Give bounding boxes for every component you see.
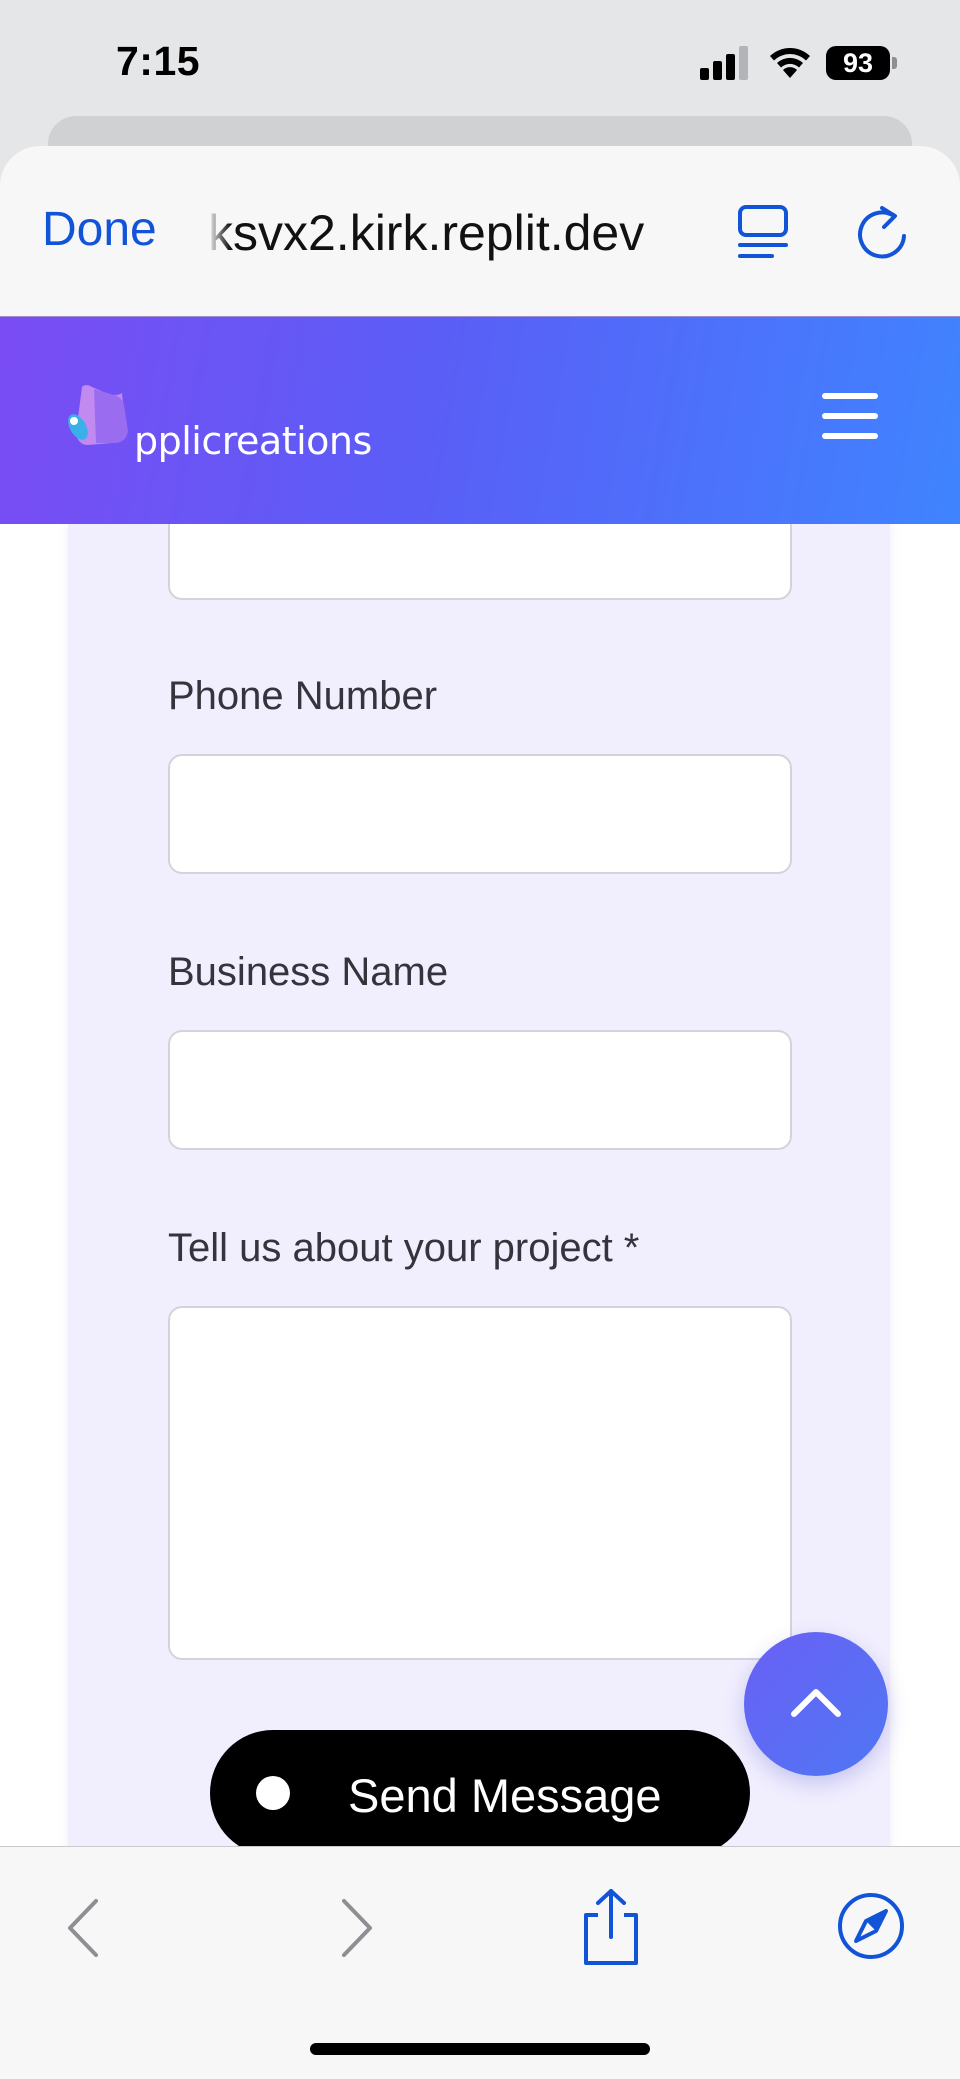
browser-toolbar — [0, 1846, 960, 2079]
business-name-label: Business Name — [168, 950, 449, 994]
done-button[interactable]: Done — [42, 202, 157, 257]
back-icon[interactable] — [52, 1895, 118, 1961]
project-label: Tell us about your project * — [168, 1226, 640, 1270]
phone-label: Phone Number — [168, 674, 438, 718]
url-field[interactable]: ksvx2.kirk.replit.dev — [208, 204, 692, 264]
business-name-input[interactable] — [168, 1030, 792, 1150]
share-icon[interactable] — [576, 1887, 646, 1967]
battery-icon: 93 — [826, 46, 897, 80]
signal-icon — [700, 46, 748, 80]
logo-mark-icon — [68, 385, 128, 445]
status-time: 7:15 — [116, 38, 201, 84]
wifi-icon — [770, 48, 810, 78]
status-bar: 7:15 93 — [0, 0, 960, 118]
contact-form: Phone Number Business Name Tell us about… — [68, 524, 890, 1848]
phone-input[interactable] — [168, 754, 792, 874]
send-message-button[interactable]: Send Message — [210, 1730, 750, 1848]
page-content: Phone Number Business Name Tell us about… — [0, 524, 960, 1848]
email-field[interactable] — [168, 524, 792, 600]
scroll-to-top-button[interactable] — [744, 1632, 888, 1776]
hamburger-menu-icon[interactable] — [822, 393, 878, 443]
logo-text: pplicreations — [134, 419, 372, 463]
send-dot-icon — [256, 1776, 290, 1810]
home-indicator[interactable] — [310, 2043, 650, 2055]
reload-icon[interactable] — [852, 202, 912, 264]
site-header: pplicreations — [0, 316, 960, 524]
chevron-up-icon — [791, 1689, 841, 1717]
browser-header: Done ksvx2.kirk.replit.dev — [0, 146, 960, 316]
forward-icon[interactable] — [322, 1895, 388, 1961]
site-logo[interactable]: pplicreations — [66, 383, 372, 483]
send-message-label: Send Message — [348, 1769, 662, 1822]
project-textarea[interactable] — [168, 1306, 792, 1660]
reader-icon[interactable] — [736, 204, 792, 262]
compass-icon[interactable] — [836, 1891, 906, 1961]
battery-level: 93 — [842, 48, 874, 78]
